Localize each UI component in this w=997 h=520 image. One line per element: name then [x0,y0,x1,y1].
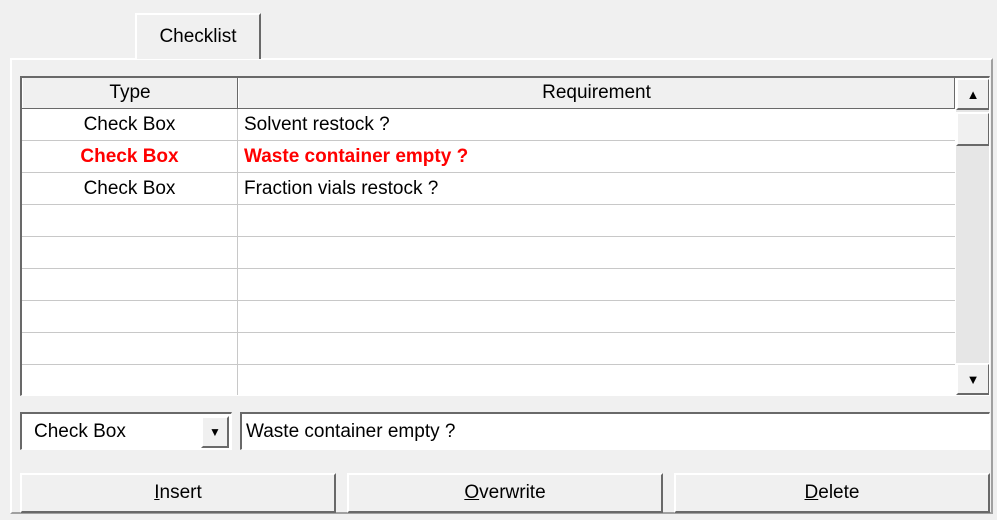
table-row[interactable] [22,333,955,365]
type-cell[interactable]: Check Box [22,173,238,205]
checklist-grid[interactable]: Type Requirement Check Box Solvent resto… [20,76,990,396]
vertical-scrollbar[interactable]: ▲ ▼ [956,78,989,395]
requirement-input[interactable]: Waste container empty ? [240,412,990,450]
table-row[interactable]: Check Box Fraction vials restock ? [22,173,955,205]
type-cell[interactable] [22,333,238,365]
scroll-thumb[interactable] [956,112,989,146]
triangle-down-icon: ▼ [966,371,980,387]
delete-label: elete [818,482,860,503]
delete-button[interactable]: Delete [674,473,990,513]
type-select[interactable]: Check Box ▼ [20,412,232,450]
table-row[interactable] [22,269,955,301]
overwrite-label: verwrite [479,482,546,503]
insert-label: nsert [159,482,202,503]
overwrite-button[interactable]: Overwrite [347,473,663,513]
chevron-down-icon: ▼ [209,424,221,439]
grid-header: Type Requirement [22,78,955,109]
type-cell[interactable] [22,205,238,237]
requirement-cell[interactable] [238,365,955,395]
requirement-cell[interactable] [238,237,955,269]
column-header-type[interactable]: Type [22,78,238,108]
type-cell[interactable] [22,269,238,301]
requirement-cell[interactable] [238,269,955,301]
scroll-down-button[interactable]: ▼ [956,363,989,395]
table-row[interactable] [22,301,955,333]
grid-rows: Check Box Solvent restock ? Check Box Wa… [22,109,955,395]
type-cell[interactable] [22,365,238,395]
type-cell[interactable] [22,301,238,333]
table-row-selected[interactable]: Check Box Waste container empty ? [22,141,955,173]
requirement-cell[interactable] [238,205,955,237]
column-header-type-label: Type [109,82,151,103]
type-cell[interactable]: Check Box [22,141,238,173]
requirement-cell[interactable] [238,333,955,365]
table-row[interactable] [22,365,955,395]
triangle-up-icon: ▲ [966,86,980,102]
column-header-requirement-label: Requirement [542,82,651,103]
requirement-cell[interactable]: Solvent restock ? [238,109,955,141]
table-row[interactable]: Check Box Solvent restock ? [22,109,955,141]
insert-button[interactable]: Insert [20,473,336,513]
tab-checklist-label: Checklist [159,26,237,47]
requirement-cell[interactable]: Fraction vials restock ? [238,173,955,205]
tab-checklist[interactable]: Checklist [135,13,261,59]
overwrite-mnemonic: O [464,482,480,503]
table-row[interactable] [22,237,955,269]
delete-mnemonic: D [804,482,819,503]
requirement-cell[interactable]: Waste container empty ? [238,141,955,173]
column-header-requirement[interactable]: Requirement [238,78,955,108]
type-cell[interactable] [22,237,238,269]
requirement-cell[interactable] [238,301,955,333]
table-row[interactable] [22,205,955,237]
dropdown-button[interactable]: ▼ [201,415,229,448]
scroll-up-button[interactable]: ▲ [956,78,989,110]
type-select-value: Check Box [34,420,126,442]
type-cell[interactable]: Check Box [22,109,238,141]
